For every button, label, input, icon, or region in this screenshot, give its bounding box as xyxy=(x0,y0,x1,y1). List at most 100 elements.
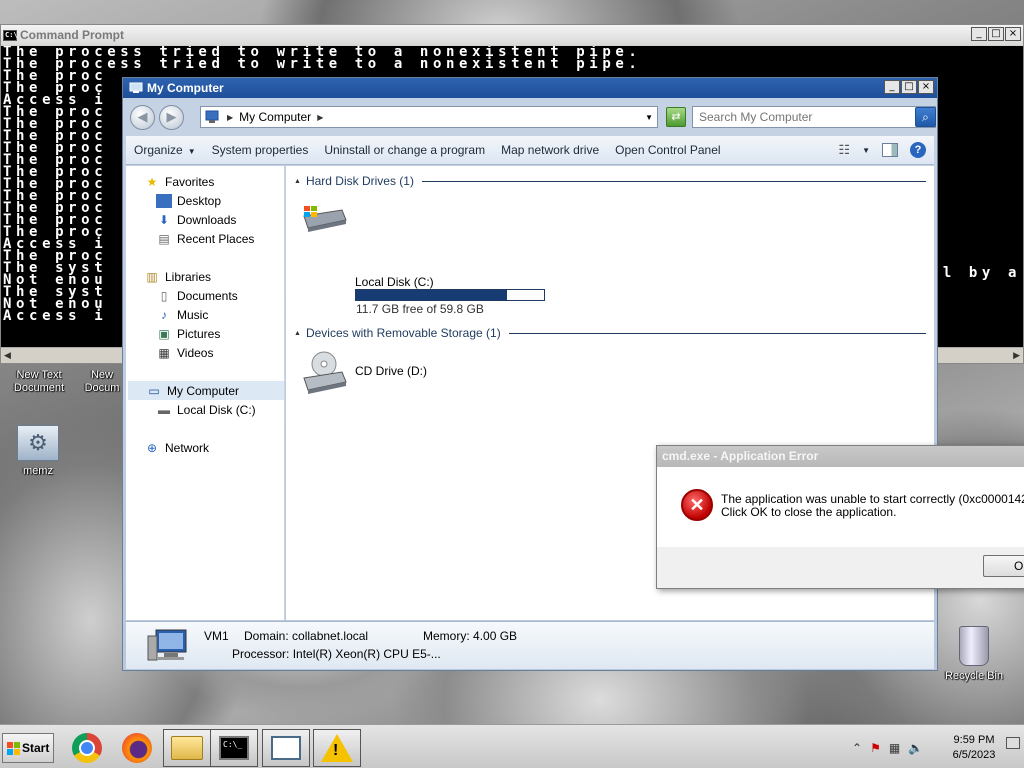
videos-icon: ▦ xyxy=(158,345,170,360)
minimize-button[interactable]: _ xyxy=(884,80,900,94)
desktop-icon-new-document[interactable]: New Docum xyxy=(80,369,124,395)
nav-recent-places[interactable]: ▤ Recent Places xyxy=(126,229,284,248)
search-input[interactable] xyxy=(692,106,936,128)
nav-downloads[interactable]: ⬇ Downloads xyxy=(126,210,284,229)
desktop-icon-label: memz xyxy=(23,465,53,477)
star-icon: ★ xyxy=(146,174,158,189)
nav-pictures[interactable]: ▣ Pictures xyxy=(126,324,284,343)
search-icon[interactable]: ⌕ xyxy=(915,107,936,127)
computer-icon: ▭ xyxy=(148,383,160,398)
show-desktop-button[interactable] xyxy=(1006,737,1020,749)
clock-date: 6/5/2023 xyxy=(952,749,996,761)
nav-label: My Computer xyxy=(167,383,240,398)
nav-label: Downloads xyxy=(177,212,237,227)
back-button[interactable]: ◀ xyxy=(130,104,155,130)
taskbar-explorer[interactable] xyxy=(163,729,211,767)
preview-pane-icon[interactable] xyxy=(882,143,898,157)
network-icon[interactable]: ▦ xyxy=(889,741,900,755)
nav-label: Documents xyxy=(177,288,238,303)
recycle-bin-icon xyxy=(959,626,989,666)
nav-documents[interactable]: ▯ Documents xyxy=(126,286,284,305)
gear-icon: ⚙ xyxy=(17,425,59,461)
system-properties-button[interactable]: System properties xyxy=(204,143,317,157)
cmd-title: Command Prompt xyxy=(20,28,125,42)
chevron-down-icon: ▼ xyxy=(187,147,196,156)
nav-label: Music xyxy=(177,307,209,322)
explorer-titlebar[interactable]: My Computer xyxy=(123,78,937,98)
nav-network[interactable]: ⊕ Network xyxy=(126,438,284,457)
address-row: ◀ ▶ ▶ My Computer ▶ ▼ ⇄ ⌕ xyxy=(126,100,936,134)
change-view-icon[interactable]: ☷ xyxy=(838,142,850,158)
cmd-right-fragment: l by a xyxy=(942,265,1021,281)
nav-desktop[interactable]: Desktop xyxy=(126,191,284,210)
drive-d-name[interactable]: CD Drive (D:) xyxy=(355,364,427,378)
firefox-icon xyxy=(122,733,152,763)
nav-libraries[interactable]: ▥ Libraries xyxy=(126,267,284,286)
documents-icon: ▯ xyxy=(160,288,168,303)
desktop-icon-label: Recycle Bin xyxy=(944,670,1004,682)
minimize-button[interactable]: _ xyxy=(971,27,987,41)
view-options-chevron-icon[interactable]: ▼ xyxy=(862,146,870,155)
nav-favorites[interactable]: ★ Favorites xyxy=(126,172,284,191)
nav-label: Recent Places xyxy=(177,231,255,246)
taskbar-document[interactable] xyxy=(262,729,310,767)
ok-button[interactable]: OK xyxy=(983,555,1024,577)
help-icon[interactable]: ? xyxy=(910,142,926,158)
maximize-button[interactable]: □ xyxy=(901,80,917,94)
collapse-icon[interactable]: ▲ xyxy=(294,330,301,337)
desktop-icon-new-text-document[interactable]: New Text Document xyxy=(8,369,70,395)
maximize-button[interactable]: □ xyxy=(988,27,1004,41)
scroll-right-icon[interactable]: ▶ xyxy=(1013,350,1020,361)
address-bar[interactable]: ▶ My Computer ▶ ▼ xyxy=(200,106,658,128)
show-hidden-icons-chevron-icon[interactable]: ⌃ xyxy=(852,741,862,755)
computer-icon xyxy=(205,110,219,123)
hard-disk-icon xyxy=(303,206,347,232)
desktop-icon-memz[interactable]: ⚙ memz xyxy=(10,425,66,478)
desktop-icon-recycle-bin[interactable]: Recycle Bin xyxy=(940,626,1008,683)
group-header-hard-disks[interactable]: ▲ Hard Disk Drives (1) xyxy=(294,173,926,189)
explorer-title: My Computer xyxy=(147,81,224,95)
cmd-titlebar[interactable]: C:\ Command Prompt xyxy=(1,25,1023,45)
warning-icon: ! xyxy=(321,734,353,762)
collapse-icon[interactable]: ▲ xyxy=(294,178,301,185)
recent-places-icon: ▤ xyxy=(158,231,170,246)
forward-button[interactable]: ▶ xyxy=(159,104,184,130)
nav-local-disk[interactable]: ▬ Local Disk (C:) xyxy=(126,400,284,419)
group-header-label: Hard Disk Drives (1) xyxy=(305,174,414,188)
nav-label: Libraries xyxy=(165,269,212,284)
taskbar-command-prompt[interactable]: C:\_ xyxy=(210,729,258,767)
breadcrumb-separator-icon[interactable]: ▶ xyxy=(227,113,233,122)
map-network-drive-button[interactable]: Map network drive xyxy=(493,143,607,157)
taskbar-app-error[interactable]: ! xyxy=(313,729,361,767)
start-button[interactable]: Start xyxy=(2,733,54,763)
drive-c-name[interactable]: Local Disk (C:) xyxy=(355,275,434,289)
error-icon: ✕ xyxy=(681,489,713,521)
volume-icon[interactable]: 🔈 xyxy=(908,741,923,755)
nav-videos[interactable]: ▦ Videos xyxy=(126,343,284,362)
error-dialog[interactable]: cmd.exe - Application Error ✕ The applic… xyxy=(656,445,1024,589)
drive-c-free-space: 11.7 GB free of 59.8 GB xyxy=(356,302,484,316)
close-button[interactable]: × xyxy=(918,80,934,94)
breadcrumb-my-computer[interactable]: My Computer xyxy=(239,110,311,124)
action-center-icon[interactable]: ⚑ xyxy=(870,741,881,755)
group-header-removable[interactable]: ▲ Devices with Removable Storage (1) xyxy=(294,325,926,341)
uninstall-program-button[interactable]: Uninstall or change a program xyxy=(316,143,493,157)
open-control-panel-button[interactable]: Open Control Panel xyxy=(607,143,728,157)
address-history-dropdown-icon[interactable]: ▼ xyxy=(645,113,653,122)
organize-menu[interactable]: Organize ▼ xyxy=(126,143,204,157)
computer-icon xyxy=(147,629,187,661)
close-button[interactable]: × xyxy=(1005,27,1021,41)
library-icon: ▥ xyxy=(146,269,158,284)
domain-info: Domain: collabnet.local xyxy=(244,629,369,643)
refresh-button[interactable]: ⇄ xyxy=(666,107,686,127)
taskbar-chrome[interactable] xyxy=(63,729,111,767)
taskbar-firefox[interactable] xyxy=(113,729,161,767)
scroll-left-icon[interactable]: ◀ xyxy=(4,350,11,361)
nav-label: Videos xyxy=(177,345,214,360)
clock[interactable]: 9:59 PM 6/5/2023 xyxy=(944,733,1004,763)
nav-music[interactable]: ♪ Music xyxy=(126,305,284,324)
error-dialog-title[interactable]: cmd.exe - Application Error xyxy=(657,446,1024,467)
taskbar: Start C:\_ ! ⌃ ⚑ ▦ 🔈 9:59 PM 6/5/2023 xyxy=(0,724,1024,768)
nav-my-computer[interactable]: ▭ My Computer xyxy=(128,381,284,400)
breadcrumb-dropdown-icon[interactable]: ▶ xyxy=(317,113,323,122)
